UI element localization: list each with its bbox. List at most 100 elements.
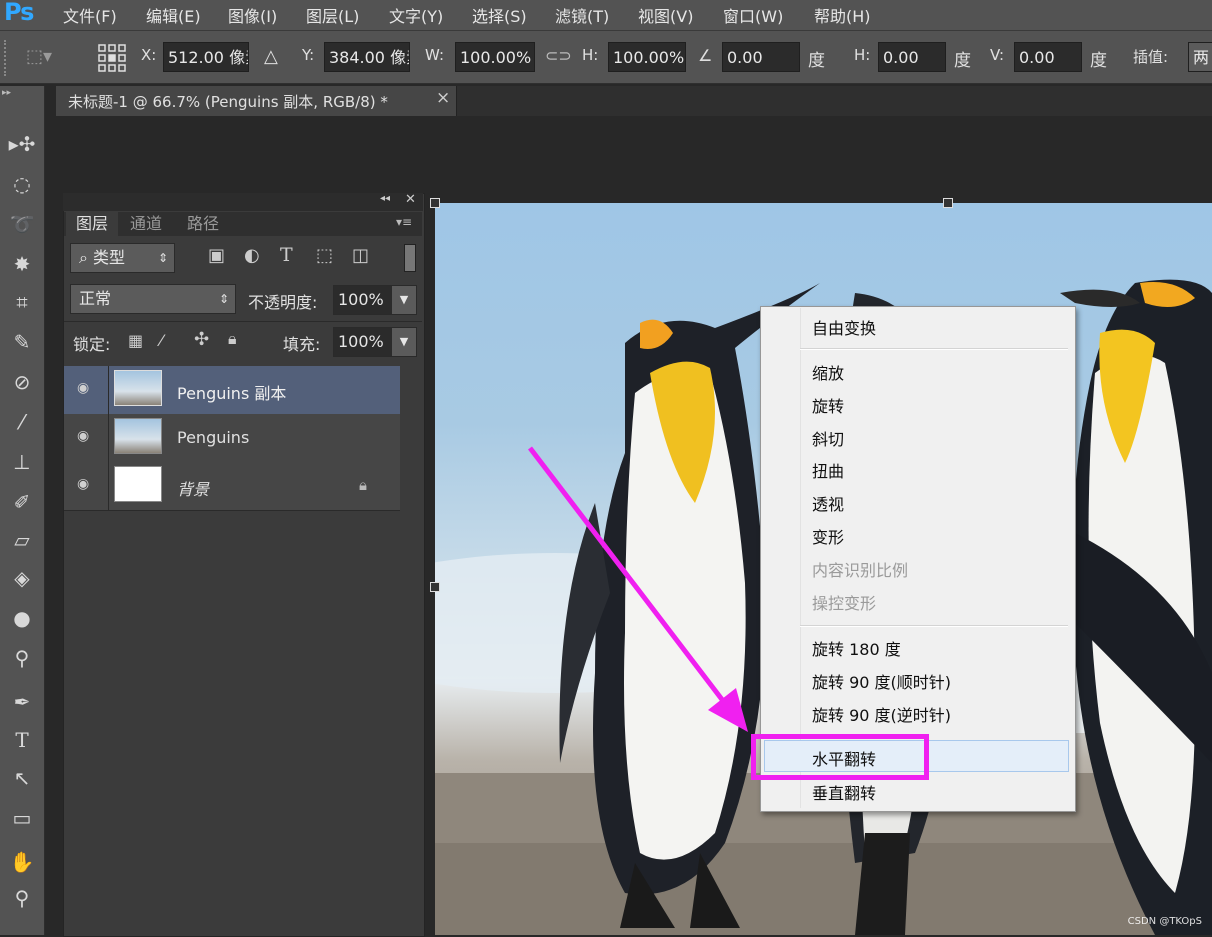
dodge-tool-icon[interactable]: ⚲: [6, 642, 38, 674]
eyedropper-tool-icon[interactable]: ✎: [6, 326, 38, 358]
menu-help[interactable]: 帮助(H): [814, 3, 871, 27]
menu-item-flip-vertical[interactable]: 垂直翻转: [812, 780, 876, 804]
y-label: Y:: [302, 46, 315, 64]
lock-position-icon[interactable]: ✣: [194, 329, 209, 350]
menu-item-skew[interactable]: 斜切: [812, 426, 844, 450]
lock-transparency-icon[interactable]: ▦: [128, 331, 143, 350]
shape-filter-icon[interactable]: ⬚: [316, 245, 333, 266]
filter-toggle[interactable]: [404, 244, 416, 272]
pen-tool-icon[interactable]: ✒: [6, 686, 38, 718]
menu-item-rotate[interactable]: 旋转: [812, 393, 844, 417]
y-field[interactable]: 384.00 像素: [324, 42, 410, 72]
lock-label: 锁定:: [73, 335, 111, 354]
menu-item-warp[interactable]: 变形: [812, 524, 844, 548]
lasso-tool-icon[interactable]: ➰: [6, 208, 38, 240]
w-field[interactable]: 100.00%: [455, 42, 535, 72]
reference-point-icon[interactable]: [97, 43, 127, 73]
menu-separator: [800, 348, 1068, 350]
fill-label: 填充:: [283, 335, 321, 354]
eye-icon[interactable]: ◉: [77, 476, 89, 492]
image-filter-icon[interactable]: ▣: [208, 245, 225, 266]
zoom-tool-icon[interactable]: ⚲: [6, 882, 38, 914]
menu-view[interactable]: 视图(V): [638, 3, 693, 27]
transform-handle[interactable]: [430, 198, 440, 208]
interpolation-select[interactable]: 两: [1188, 42, 1212, 72]
tab-channels[interactable]: 通道: [120, 212, 172, 236]
link-icon[interactable]: ⊂⊃: [545, 46, 572, 65]
move-tool-icon[interactable]: ▸✣: [6, 128, 38, 160]
smartobject-filter-icon[interactable]: ◫: [352, 245, 369, 266]
tab-paths[interactable]: 路径: [177, 212, 229, 236]
lock-pixels-icon[interactable]: ⁄: [160, 331, 163, 350]
close-panel-icon[interactable]: ✕: [405, 192, 416, 207]
annotation-highlight-box: [751, 734, 929, 780]
menu-item-rotate-180[interactable]: 旋转 180 度: [812, 636, 901, 660]
search-icon: ⌕: [79, 248, 94, 267]
healing-brush-icon[interactable]: ⊘: [6, 366, 38, 398]
transform-tool-icon[interactable]: ⬚▾: [26, 46, 52, 68]
eraser-tool-icon[interactable]: ▱: [6, 524, 38, 556]
hskew-field[interactable]: 0.00: [878, 42, 946, 72]
menu-file[interactable]: 文件(F): [63, 3, 117, 27]
angle-field[interactable]: 0.00: [722, 42, 800, 72]
angle-unit: 度: [808, 51, 825, 71]
lock-icon: 🔒︎: [359, 476, 367, 494]
opacity-value: 100%: [338, 290, 384, 309]
blend-mode-select[interactable]: 正常 ⇕: [70, 284, 236, 314]
menu-image[interactable]: 图像(I): [228, 3, 277, 27]
eye-icon[interactable]: ◉: [77, 380, 89, 396]
menu-item-rotate-90-cw[interactable]: 旋转 90 度(顺时针): [812, 669, 951, 693]
x-field[interactable]: 512.00 像素: [163, 42, 249, 72]
close-icon[interactable]: ×: [436, 88, 450, 108]
rectangle-tool-icon[interactable]: ▭: [6, 802, 38, 834]
menu-filter[interactable]: 滤镜(T): [555, 3, 609, 27]
h-field[interactable]: 100.00%: [608, 42, 686, 72]
angle-icon: ∠: [698, 46, 713, 65]
type-filter-icon[interactable]: T: [280, 244, 293, 266]
opacity-field[interactable]: 100% ▼: [333, 285, 417, 315]
menu-select[interactable]: 选择(S): [472, 3, 527, 27]
adjustment-filter-icon[interactable]: ◐: [244, 245, 260, 266]
magic-wand-tool-icon[interactable]: ✸: [6, 248, 38, 280]
brush-tool-icon[interactable]: ⁄: [6, 406, 38, 438]
panel-menu-icon[interactable]: ▾≡: [396, 215, 412, 229]
paint-bucket-icon[interactable]: ◈: [6, 562, 38, 594]
menu-item-distort[interactable]: 扭曲: [812, 458, 844, 482]
type-tool-icon[interactable]: T: [6, 724, 38, 756]
transform-handle[interactable]: [943, 198, 953, 208]
history-brush-icon[interactable]: ✐: [6, 486, 38, 518]
chevron-down-icon[interactable]: ▼: [392, 286, 416, 314]
toolbox-collapse-icon[interactable]: ▸▸: [2, 88, 11, 98]
eye-icon[interactable]: ◉: [77, 428, 89, 444]
vskew-field[interactable]: 0.00: [1014, 42, 1082, 72]
menu-item-rotate-90-ccw[interactable]: 旋转 90 度(逆时针): [812, 702, 951, 726]
stamp-tool-icon[interactable]: ⊥: [6, 446, 38, 478]
watermark: CSDN @TKOpS: [1127, 916, 1202, 927]
hand-tool-icon[interactable]: ✋: [6, 846, 38, 878]
menu-window[interactable]: 窗口(W): [723, 3, 783, 27]
interpolation-label: 插值:: [1133, 48, 1169, 66]
menu-item-free-transform[interactable]: 自由变换: [812, 315, 876, 339]
menu-item-scale[interactable]: 缩放: [812, 360, 844, 384]
crop-tool-icon[interactable]: ⌗: [6, 286, 38, 318]
chevron-down-icon[interactable]: ▼: [392, 328, 416, 356]
menu-item-perspective[interactable]: 透视: [812, 491, 844, 515]
path-select-icon[interactable]: ↖: [6, 762, 38, 794]
marquee-tool-icon[interactable]: ◌: [6, 168, 38, 200]
menu-edit[interactable]: 编辑(E): [146, 3, 201, 27]
collapse-panel-icon[interactable]: ◂◂: [380, 193, 390, 204]
fill-field[interactable]: 100% ▼: [333, 327, 417, 357]
transform-handle[interactable]: [430, 582, 440, 592]
chevron-updown-icon: ⇕: [157, 251, 168, 265]
filter-kind-select[interactable]: ⌕ 类型 ⇕: [70, 243, 175, 273]
lock-all-icon[interactable]: 🔒︎: [228, 329, 237, 349]
h-label: H:: [582, 46, 599, 64]
layer-name: 背景: [177, 480, 210, 499]
tab-layers[interactable]: 图层: [66, 212, 119, 236]
layer-thumbnail: [114, 418, 162, 454]
menu-type[interactable]: 文字(Y): [389, 3, 443, 27]
vskew-unit: 度: [1090, 51, 1107, 71]
blur-tool-icon[interactable]: ●: [6, 602, 38, 634]
delta-icon[interactable]: △: [264, 46, 278, 67]
menu-layer[interactable]: 图层(L): [306, 3, 359, 27]
